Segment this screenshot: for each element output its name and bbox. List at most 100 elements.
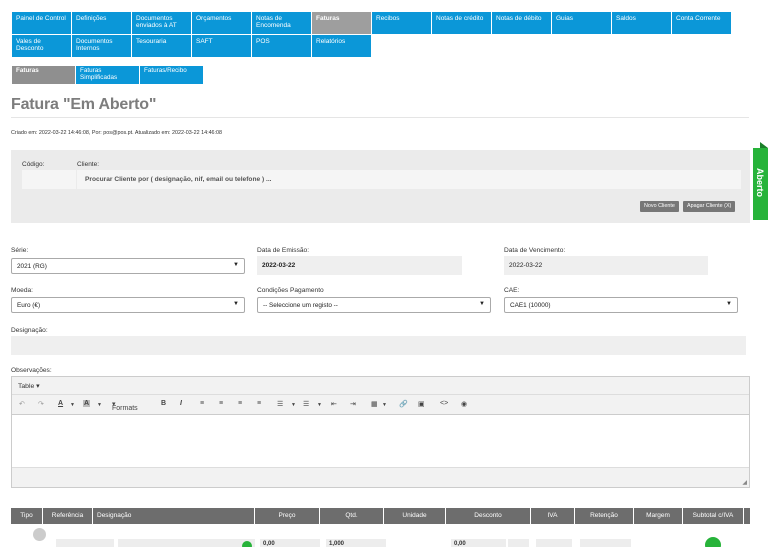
chevron-down-icon: ▼ — [479, 301, 485, 307]
serie-select[interactable]: 2021 (RG) ▼ — [11, 258, 245, 274]
status-tab[interactable]: Aberto — [753, 142, 768, 220]
add-row-icon[interactable] — [705, 537, 721, 547]
row-designacao-input[interactable] — [118, 539, 255, 547]
chevron-down-icon[interactable]: ▼ — [317, 402, 322, 408]
chevron-down-icon[interactable]: ▼ — [97, 402, 102, 408]
subtab-2[interactable]: Faturas/Recibo — [140, 66, 204, 84]
menu-item-13[interactable]: Documentos Internos — [72, 35, 132, 58]
invoice-subtabs: Faturas Faturas Simplificadas Faturas/Reci… — [12, 66, 204, 84]
menu-item-12[interactable]: Vales de Desconto — [12, 35, 72, 58]
menu-item-10[interactable]: Saldos — [612, 12, 672, 35]
row-retencao-select[interactable] — [580, 539, 631, 547]
menu-item-5[interactable]: Faturas — [312, 12, 372, 35]
row-preco-input[interactable]: 0,00 — [260, 539, 320, 547]
serie-value: 2021 (RG) — [17, 263, 47, 270]
chevron-down-icon[interactable]: ▼ — [70, 402, 75, 408]
menu-item-17[interactable]: Relatórios — [312, 35, 372, 58]
menu-item-11[interactable]: Conta Corrente — [672, 12, 732, 35]
subtab-0[interactable]: Faturas — [12, 66, 76, 84]
chevron-down-icon: ▼ — [233, 301, 239, 307]
menu-item-8[interactable]: Notas de débito — [492, 12, 552, 35]
link-icon[interactable]: 🔗 — [399, 400, 408, 408]
new-client-button[interactable]: Novo Cliente — [640, 201, 679, 212]
menu-item-2[interactable]: Documentos enviados à AT — [132, 12, 192, 35]
condicoes-select[interactable]: -- Seleccione um registo -- ▼ — [257, 297, 491, 313]
background-color-icon[interactable]: A — [83, 400, 91, 407]
status-label: Aberto — [755, 168, 765, 197]
row-iva-select[interactable] — [536, 539, 572, 547]
menu-item-3[interactable]: Orçamentos — [192, 12, 252, 35]
menu-item-6[interactable]: Recibos — [372, 12, 432, 35]
column-header: Margem — [634, 508, 683, 524]
client-code-input[interactable] — [22, 170, 76, 189]
row-type-icon[interactable] — [33, 528, 46, 541]
formats-menu[interactable]: Formats ▾ — [112, 400, 138, 412]
serie-label: Série: — [11, 247, 29, 254]
column-header: Retenção — [575, 508, 634, 524]
preview-icon[interactable]: ◉ — [461, 400, 467, 408]
column-header: Subtotal c/IVA — [683, 508, 744, 524]
row-referencia-input[interactable] — [56, 539, 114, 547]
menu-item-14[interactable]: Tesouraria — [132, 35, 192, 58]
main-menu: Painel de Control Definições Documentos en… — [12, 12, 732, 58]
menu-item-1[interactable]: Definições — [72, 12, 132, 35]
indent-icon[interactable]: ⇥ — [350, 400, 356, 408]
menu-item-16[interactable]: POS — [252, 35, 312, 58]
image-icon[interactable]: ▣ — [418, 400, 425, 408]
menu-item-15[interactable]: SAFT — [192, 35, 252, 58]
client-panel: Código: Cliente: Procurar Cliente por ( … — [11, 150, 750, 223]
cae-label: CAE: — [504, 287, 520, 294]
menu-item-7[interactable]: Notas de crédito — [432, 12, 492, 35]
menu-item-4[interactable]: Notas de Encomenda — [252, 12, 312, 35]
table-menu[interactable]: Table ▾ — [18, 383, 40, 390]
client-label: Cliente: — [77, 161, 100, 168]
menu-item-9[interactable]: Guias — [552, 12, 612, 35]
chevron-down-icon[interactable]: ▼ — [291, 402, 296, 408]
align-right-icon[interactable]: ≡ — [238, 400, 242, 407]
redo-icon[interactable]: ↷ — [38, 400, 44, 408]
resize-handle-icon[interactable]: ◢ — [742, 479, 747, 486]
code-icon[interactable]: <> — [440, 400, 448, 407]
condicoes-value: -- Seleccione um registo -- — [263, 302, 338, 309]
align-left-icon[interactable]: ≡ — [200, 400, 204, 407]
emissao-field[interactable]: 2022-03-22 — [257, 256, 462, 275]
chevron-down-icon[interactable]: ▼ — [382, 402, 387, 408]
meta-info: Criado em: 2022-03-22 14:46:08, Por: pos… — [11, 130, 223, 136]
cae-value: CAE1 (10000) — [510, 302, 551, 309]
numbered-list-icon[interactable]: ☰ — [303, 400, 309, 408]
emissao-label: Data de Emissão: — [257, 247, 310, 254]
cae-select[interactable]: CAE1 (10000) ▼ — [504, 297, 738, 313]
align-center-icon[interactable]: ≡ — [219, 400, 223, 407]
italic-icon[interactable]: I — [180, 400, 182, 407]
menu-item-0[interactable]: Painel de Control — [12, 12, 72, 35]
editor-content-area[interactable] — [12, 415, 749, 467]
code-label: Código: — [22, 161, 45, 168]
subtab-1[interactable]: Faturas Simplificadas — [76, 66, 140, 84]
client-search-input[interactable]: Procurar Cliente por ( designação, nif, … — [77, 170, 741, 189]
invoice-page: { "menu": [ {"label": "Painel de Control… — [0, 0, 768, 547]
condicoes-label: Condições Pagamento — [257, 287, 324, 294]
justify-icon[interactable]: ≡ — [257, 400, 261, 407]
row-qtd-input[interactable]: 1,000 — [326, 539, 386, 547]
font-color-icon[interactable]: A — [58, 400, 63, 407]
undo-icon[interactable]: ↶ — [19, 400, 25, 408]
observacoes-editor: Table ▾ ↶ ↷ A ▼ A ▼ Formats ▾ B I ≡ ≡ ≡ … — [11, 376, 750, 488]
bullet-list-icon[interactable]: ☰ — [277, 400, 283, 408]
outdent-icon[interactable]: ⇤ — [331, 400, 337, 408]
vencimento-field[interactable]: 2022-03-22 — [504, 256, 708, 275]
bold-icon[interactable]: B — [161, 400, 166, 407]
chevron-down-icon: ▼ — [726, 301, 732, 307]
moeda-select[interactable]: Euro (€) ▼ — [11, 297, 245, 313]
column-header: Referência — [43, 508, 93, 524]
row-desconto-type-select[interactable] — [508, 539, 529, 547]
moeda-label: Moeda: — [11, 287, 33, 294]
table-icon[interactable]: ▦ — [371, 400, 378, 408]
clear-client-button[interactable]: Apagar Cliente (X) — [683, 201, 736, 212]
add-product-icon[interactable] — [242, 541, 252, 547]
column-header: Designação — [93, 508, 255, 524]
row-desconto-input[interactable]: 0,00 — [451, 539, 506, 547]
designacao-input[interactable] — [11, 336, 746, 355]
formats-label: Formats — [112, 405, 138, 412]
column-header: IVA — [531, 508, 575, 524]
vencimento-label: Data de Vencimento: — [504, 247, 566, 254]
